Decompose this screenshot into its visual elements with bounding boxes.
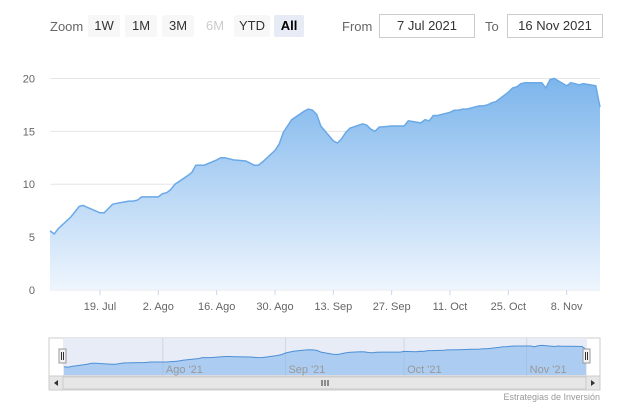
y-tick-label: 20	[23, 73, 35, 85]
navigator-label: Ago '21	[166, 364, 203, 376]
scroll-right-button[interactable]	[585, 375, 601, 391]
y-tick-label: 0	[29, 285, 35, 297]
scrollbar[interactable]	[48, 375, 601, 391]
x-tick-label: 25. Oct	[491, 301, 526, 313]
x-tick-label: 27. Sep	[373, 301, 411, 313]
y-tick-label: 5	[29, 232, 35, 244]
navigator-right-handle[interactable]	[582, 348, 591, 364]
navigator[interactable]: Ago '21 Sep '21 Oct '21 Nov '21	[48, 337, 601, 377]
scroll-left-button[interactable]	[48, 375, 64, 391]
stock-chart: 0 5 10 15 20 19. Jul 2. Ago 16. Ago 30. Ago 13. …	[23, 73, 601, 391]
x-tick-label: 16. Ago	[198, 301, 235, 313]
x-tick-label: 19. Jul	[84, 301, 116, 313]
x-tick-label: 11. Oct	[433, 301, 468, 313]
y-axis-labels: 0 5 10 15 20	[23, 73, 35, 297]
x-tick-label: 30. Ago	[256, 301, 293, 313]
x-tick-label: 2. Ago	[143, 301, 174, 313]
y-tick-label: 15	[23, 126, 35, 138]
x-axis-labels: 19. Jul 2. Ago 16. Ago 30. Ago 13. Sep 27. Se…	[84, 290, 583, 313]
x-tick-label: 8. Nov	[551, 301, 583, 313]
navigator-label: Nov '21	[530, 364, 567, 376]
navigator-label: Sep '21	[288, 364, 325, 376]
y-tick-label: 10	[23, 179, 35, 191]
navigator-left-handle[interactable]	[58, 348, 67, 364]
x-tick-label: 13. Sep	[314, 301, 352, 313]
credits-link[interactable]: Estrategias de Inversión	[503, 392, 600, 402]
navigator-label: Oct '21	[407, 364, 442, 376]
